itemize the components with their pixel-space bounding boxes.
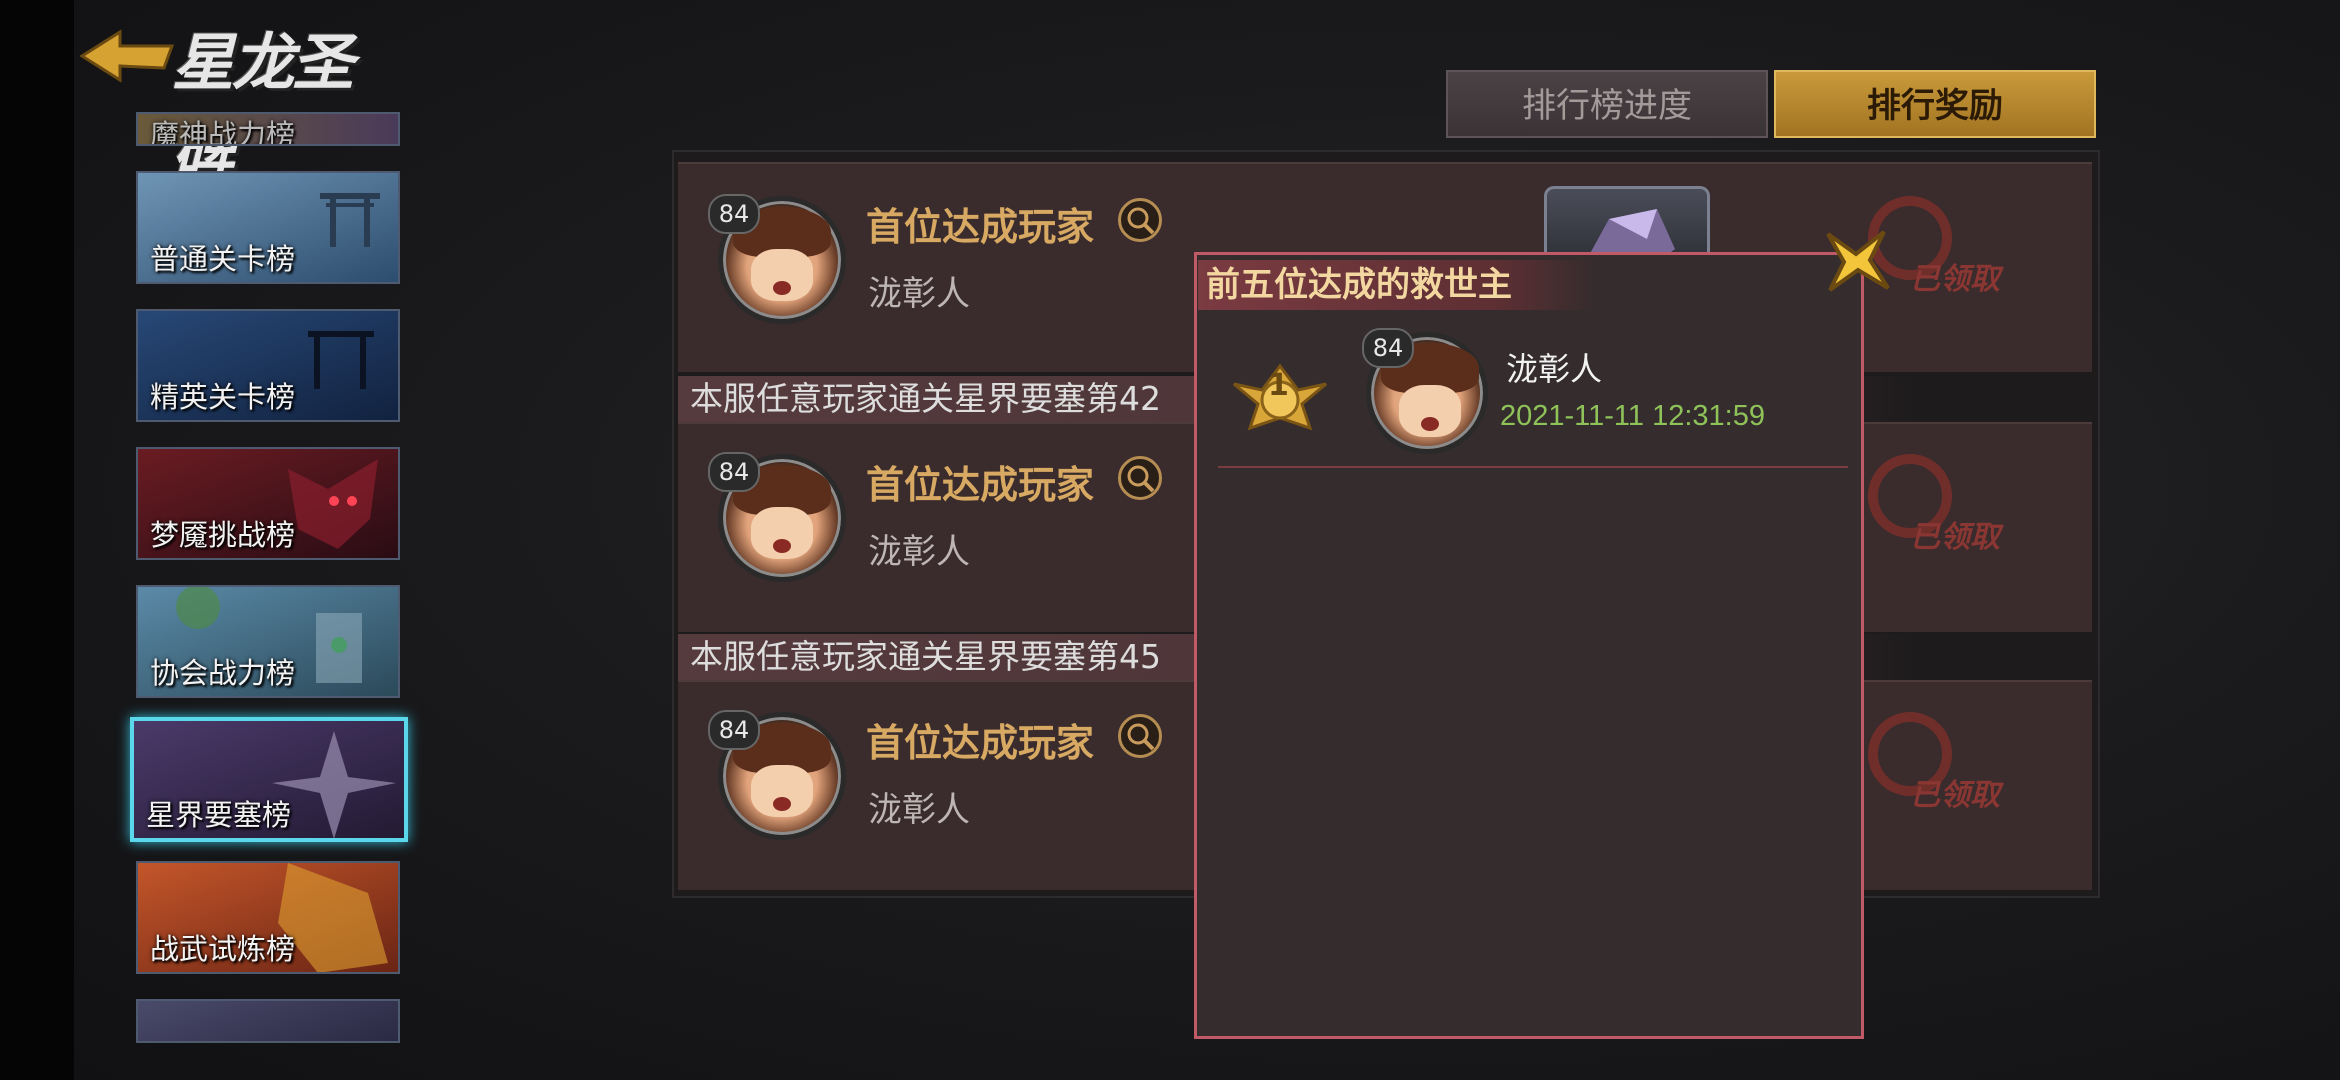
magnify-icon[interactable]	[1118, 198, 1162, 242]
player-name: 泷彰人	[868, 790, 970, 830]
left-edge	[0, 0, 74, 1080]
sidebar-item-elite-stage[interactable]: 精英关卡榜	[136, 309, 400, 422]
tab-rank-progress[interactable]: 排行榜进度	[1446, 70, 1768, 138]
claimed-status: 已领取	[1910, 778, 2000, 813]
level-badge: 84	[708, 194, 760, 234]
sidebar-item-label: 精英关卡榜	[150, 380, 296, 414]
sidebar-item-label: 普通关卡榜	[150, 242, 296, 276]
sidebar-item-normal-stage[interactable]: 普通关卡榜	[136, 171, 400, 284]
player-name: 泷彰人	[868, 274, 970, 314]
row-divider	[1218, 466, 1848, 468]
level-badge: 84	[708, 452, 760, 492]
sidebar-item-more[interactable]	[136, 999, 400, 1043]
level-badge: 84	[708, 710, 760, 750]
player-name: 泷彰人	[868, 532, 970, 572]
tab-rank-reward[interactable]: 排行奖励	[1774, 70, 2096, 138]
back-title[interactable]: 星龙圣碑	[80, 8, 380, 189]
sidebar-item-guild[interactable]: 协会战力榜	[136, 585, 400, 698]
sidebar-item-label: 梦魇挑战榜	[150, 518, 296, 552]
sidebar-item-mozhan[interactable]: 魔神战力榜	[136, 112, 400, 146]
claimed-status: 已领取	[1910, 262, 2000, 297]
achieve-time: 2021-11-11 12:31:59	[1500, 400, 1765, 432]
sidebar-item-label: 战武试炼榜	[150, 932, 296, 966]
popup-player-name: 泷彰人	[1506, 350, 1603, 388]
sidebar-item-label: 魔神战力榜	[150, 118, 296, 146]
popup-title: 前五位达成的救世主	[1198, 260, 1598, 310]
first-achiever-label: 首位达成玩家	[866, 463, 1095, 507]
first-achiever-label: 首位达成玩家	[866, 205, 1095, 249]
magnify-icon[interactable]	[1118, 456, 1162, 500]
sidebar-item-label: 星界要塞榜	[146, 798, 292, 832]
sidebar-item-fortress[interactable]: 星界要塞榜	[130, 717, 408, 842]
rank-number: 1	[1268, 368, 1289, 403]
close-icon[interactable]	[1820, 226, 1894, 296]
sidebar-item-label: 协会战力榜	[150, 656, 296, 690]
level-badge: 84	[1362, 328, 1414, 368]
back-arrow-icon[interactable]	[80, 26, 180, 86]
magnify-icon[interactable]	[1118, 714, 1162, 758]
claimed-status: 已领取	[1910, 520, 2000, 555]
sidebar-item-nightmare[interactable]: 梦魇挑战榜	[136, 447, 400, 560]
sidebar-item-battle-trial[interactable]: 战武试炼榜	[136, 861, 400, 974]
first-achiever-label: 首位达成玩家	[866, 721, 1095, 765]
page-title: 星龙圣碑	[172, 26, 354, 189]
